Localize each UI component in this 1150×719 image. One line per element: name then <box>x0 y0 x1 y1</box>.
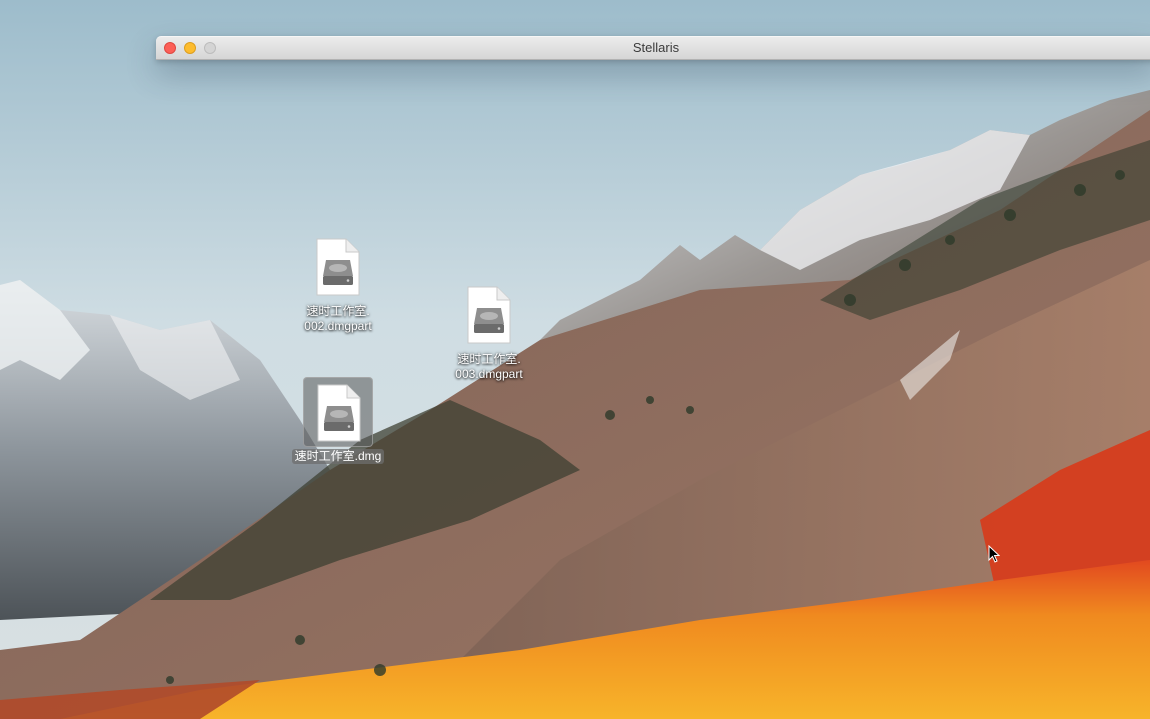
mouse-pointer-icon <box>988 545 1000 563</box>
file-name-line1: 速时工作室.dmg <box>294 449 382 463</box>
file-name-label[interactable]: 速时工作室.dmg <box>291 449 385 464</box>
file-name-label[interactable]: 速时工作室. 002.dmgpart <box>301 304 374 334</box>
window-title: Stellaris <box>632 40 680 55</box>
desktop-file-002-dmgpart[interactable]: 速时工作室. 002.dmgpart <box>283 232 393 335</box>
desktop[interactable]: Stellaris 速时工作室. 002.dmgpart 速时工作室. 003.… <box>0 0 1150 719</box>
disk-image-file-icon <box>316 238 360 296</box>
file-name-label[interactable]: 速时工作室. 003.dmgpart <box>452 352 525 382</box>
file-icon-container[interactable] <box>303 232 373 302</box>
file-icon-container[interactable] <box>454 280 524 350</box>
disk-image-file-icon <box>317 384 361 442</box>
file-icon-container[interactable] <box>303 377 373 447</box>
desktop-file-003-dmgpart[interactable]: 速时工作室. 003.dmgpart <box>434 280 544 383</box>
disk-image-file-icon <box>467 286 511 344</box>
file-name-line1: 速时工作室. <box>306 304 370 318</box>
file-name-line1: 速时工作室. <box>457 352 521 366</box>
desktop-file-dmg[interactable]: 速时工作室.dmg <box>283 377 393 465</box>
file-name-line2: 002.dmgpart <box>304 319 372 333</box>
wallpaper-image <box>0 0 1150 719</box>
file-name-line2: 003.dmgpart <box>455 367 523 381</box>
app-window-titlebar[interactable]: Stellaris <box>156 36 1150 60</box>
